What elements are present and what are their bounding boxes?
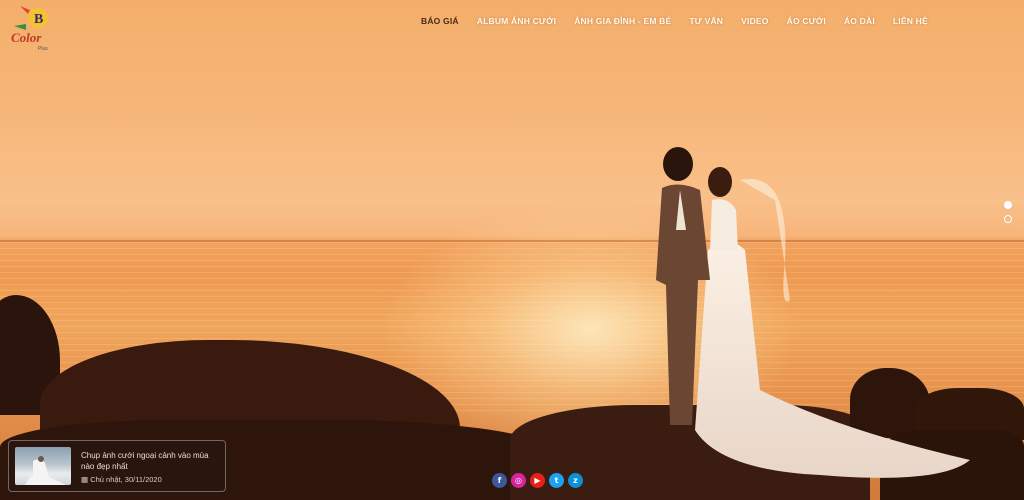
news-thumbnail bbox=[15, 447, 71, 485]
youtube-icon[interactable]: ▶ bbox=[530, 473, 545, 488]
twitter-icon[interactable]: t bbox=[549, 473, 564, 488]
nav-item-tu-van[interactable]: TƯ VẤN bbox=[680, 14, 732, 28]
nav-item-anh-gia-dinh-em-be[interactable]: ẢNH GIA ĐÌNH - EM BÉ bbox=[565, 14, 680, 28]
news-date-row: ▦ Chủ nhật, 30/11/2020 bbox=[81, 475, 162, 484]
logo-word: Color bbox=[11, 30, 42, 45]
nav-item-album-anh-cuoi[interactable]: ALBUM ẢNH CƯỚI bbox=[468, 14, 565, 28]
social-links: f ◎ ▶ t z bbox=[492, 473, 583, 488]
main-nav: BÁO GIÁ ALBUM ẢNH CƯỚI ẢNH GIA ĐÌNH - EM… bbox=[412, 14, 937, 28]
slider-pagination bbox=[1004, 201, 1012, 229]
logo-icon: B Color Plus bbox=[11, 6, 48, 52]
nav-item-video[interactable]: VIDEO bbox=[732, 14, 777, 28]
brand-logo[interactable]: B Color Plus bbox=[8, 4, 68, 52]
slider-dot-2[interactable] bbox=[1004, 215, 1012, 223]
calendar-icon: ▦ bbox=[81, 475, 89, 484]
instagram-icon[interactable]: ◎ bbox=[511, 473, 526, 488]
nav-item-bao-gia[interactable]: BÁO GIÁ bbox=[412, 14, 468, 28]
slider-dot-1[interactable] bbox=[1004, 201, 1012, 209]
nav-item-ao-cuoi[interactable]: ÁO CƯỚI bbox=[778, 14, 835, 28]
nav-item-ao-dai[interactable]: ÁO DÀI bbox=[835, 14, 884, 28]
news-date: Chủ nhật, 30/11/2020 bbox=[90, 475, 162, 484]
latest-news-card[interactable]: Chụp ảnh cưới ngoại cảnh vào mùa nào đẹp… bbox=[8, 440, 226, 492]
zalo-icon[interactable]: z bbox=[568, 473, 583, 488]
hero-banner bbox=[0, 0, 1024, 500]
facebook-icon[interactable]: f bbox=[492, 473, 507, 488]
logo-letter: B bbox=[34, 12, 43, 27]
news-title[interactable]: Chụp ảnh cưới ngoại cảnh vào mùa nào đẹp… bbox=[81, 450, 221, 472]
nav-item-lien-he[interactable]: LIÊN HỆ bbox=[884, 14, 937, 28]
wedding-couple-silhouette bbox=[656, 147, 970, 478]
logo-sub: Plus bbox=[38, 46, 48, 52]
